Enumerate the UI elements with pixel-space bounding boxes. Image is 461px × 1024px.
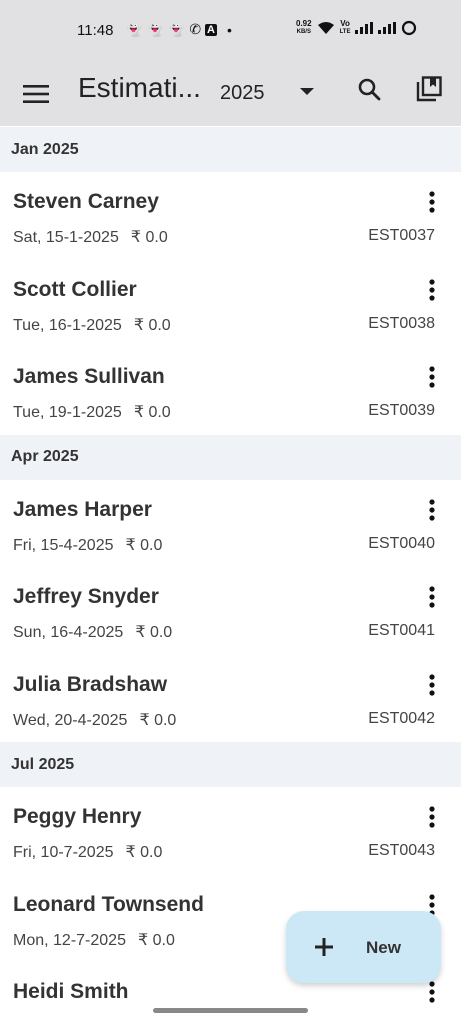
more-vert-icon (429, 366, 435, 388)
estimate-meta: Wed, 20-4-2025 ₹ 0.0 (13, 710, 176, 730)
snapchat-icon: 👻 (146, 21, 164, 37)
more-options-button[interactable] (420, 585, 444, 609)
page-title: Estimati... (78, 72, 201, 103)
estimate-amount: ₹ 0.0 (137, 931, 175, 949)
list-item[interactable]: Scott Collier Tue, 16-1-2025 ₹ 0.0 EST003… (0, 259, 461, 347)
list-item[interactable]: James Harper Fri, 15-4-2025 ₹ 0.0 EST0040 (0, 479, 461, 567)
more-vert-icon (429, 981, 435, 1003)
more-vert-icon (429, 806, 435, 828)
more-options-button[interactable] (420, 673, 444, 697)
menu-button[interactable] (18, 76, 54, 112)
estimate-date: Sun, 16-4-2025 (13, 624, 124, 641)
list-item[interactable]: Jeffrey Snyder Sun, 16-4-2025 ₹ 0.0 EST00… (0, 567, 461, 655)
status-time: 11:48 (77, 22, 114, 39)
estimate-code: EST0038 (368, 314, 435, 332)
more-notifications-dot: • (227, 21, 232, 38)
navigation-bar-area (0, 1003, 461, 1024)
more-vert-icon (429, 498, 435, 521)
estimate-code: EST0042 (368, 709, 435, 727)
more-vert-icon (429, 191, 435, 213)
customer-name: Peggy Henry (13, 805, 142, 828)
estimate-amount: ₹ 0.0 (133, 404, 171, 421)
section-header: Apr 2025 (0, 434, 461, 480)
more-options-button[interactable] (420, 805, 444, 829)
estimate-code: EST0039 (368, 402, 435, 419)
signal-icon (378, 22, 397, 34)
app-bar: Estimati... 2025 (0, 60, 461, 126)
library-books-icon (416, 76, 442, 102)
estimate-amount: ₹ 0.0 (125, 844, 163, 861)
list-item[interactable]: Peggy Henry Fri, 10-7-2025 ₹ 0.0 EST0043 (0, 787, 461, 875)
caret-down-icon (300, 88, 314, 95)
estimate-date: Wed, 20-4-2025 (13, 711, 128, 729)
more-vert-icon (429, 586, 435, 608)
year-value: 2025 (220, 81, 265, 104)
more-options-button[interactable] (420, 498, 444, 522)
estimate-date: Fri, 15-4-2025 (13, 536, 114, 554)
estimate-amount: ₹ 0.0 (130, 229, 168, 246)
estimate-amount: ₹ 0.0 (139, 711, 177, 729)
more-options-button[interactable] (420, 980, 444, 1004)
section-header: Jul 2025 (0, 742, 461, 787)
estimate-date: Mon, 12-7-2025 (13, 931, 126, 949)
search-icon (358, 78, 381, 101)
notification-icons: 👻 👻 👻 ✆ A • (125, 21, 232, 38)
estimate-meta: Sat, 15-1-2025 ₹ 0.0 (13, 227, 168, 247)
estimate-date: Tue, 19-1-2025 (13, 404, 122, 421)
estimate-amount: ₹ 0.0 (125, 536, 163, 554)
section-header: Jan 2025 (0, 127, 461, 172)
customer-name: Julia Bradshaw (13, 672, 168, 696)
new-estimate-button[interactable]: New (286, 911, 441, 983)
customer-name: James Harper (13, 497, 152, 521)
more-options-button[interactable] (420, 278, 444, 302)
estimate-meta: Sun, 16-4-2025 ₹ 0.0 (13, 622, 172, 642)
estimate-code: EST0041 (368, 622, 435, 639)
gesture-handle[interactable] (153, 1008, 308, 1013)
more-options-button[interactable] (420, 190, 444, 214)
estimate-code: EST0037 (368, 227, 435, 244)
estimate-meta: Tue, 16-1-2025 ₹ 0.0 (13, 315, 171, 335)
estimate-code: EST0040 (368, 534, 435, 552)
customer-name: Leonard Townsend (13, 892, 204, 916)
list-item[interactable]: James Sullivan Tue, 19-1-2025 ₹ 0.0 EST00… (0, 347, 461, 435)
more-vert-icon (429, 673, 435, 696)
estimate-meta: Fri, 15-4-2025 ₹ 0.0 (13, 535, 162, 555)
more-options-button[interactable] (420, 365, 444, 389)
estimate-amount: ₹ 0.0 (135, 624, 173, 641)
year-dropdown[interactable]: 2025 (220, 76, 320, 110)
search-button[interactable] (352, 72, 386, 106)
more-vert-icon (429, 278, 435, 301)
whatsapp-icon: ✆ (189, 21, 202, 37)
app-a-icon: A (205, 23, 217, 36)
estimate-date: Sat, 15-1-2025 (13, 229, 119, 246)
estimate-date: Fri, 10-7-2025 (13, 844, 114, 861)
snapchat-icon: 👻 (167, 21, 186, 37)
system-icons: 0.92 KB/S Vo LTE (296, 20, 417, 36)
battery-icon (402, 20, 417, 36)
customer-name: James Sullivan (13, 365, 165, 388)
estimate-code: EST0043 (368, 842, 435, 859)
customer-name: Heidi Smith (13, 980, 129, 1003)
new-button-label: New (366, 938, 401, 957)
signal-icon (355, 22, 374, 34)
plus-icon (315, 938, 333, 956)
net-speed: 0.92 KB/S (296, 19, 312, 36)
estimate-meta: Fri, 10-7-2025 ₹ 0.0 (13, 842, 162, 862)
list-item[interactable]: Steven Carney Sat, 15-1-2025 ₹ 0.0 EST003… (0, 172, 461, 260)
estimate-amount: ₹ 0.0 (133, 316, 171, 334)
list-item[interactable]: Julia Bradshaw Wed, 20-4-2025 ₹ 0.0 EST00… (0, 654, 461, 742)
customer-name: Steven Carney (13, 190, 159, 213)
estimate-date: Tue, 16-1-2025 (13, 316, 122, 334)
estimate-meta: Mon, 12-7-2025 ₹ 0.0 (13, 930, 175, 950)
estimate-list: Jan 2025 Steven Carney Sat, 15-1-2025 ₹ 0… (0, 127, 461, 1024)
status-bar: 11:48 👻 👻 👻 ✆ A • 0.92 KB/S Vo LTE (0, 0, 461, 60)
bookmarks-button[interactable] (412, 72, 446, 106)
customer-name: Jeffrey Snyder (13, 585, 159, 608)
wifi-icon (317, 22, 334, 34)
snapchat-icon: 👻 (125, 21, 143, 37)
volte-badge: Vo LTE (339, 19, 351, 36)
customer-name: Scott Collier (13, 277, 137, 301)
hamburger-menu-icon (23, 85, 49, 103)
estimate-meta: Tue, 19-1-2025 ₹ 0.0 (13, 402, 171, 422)
